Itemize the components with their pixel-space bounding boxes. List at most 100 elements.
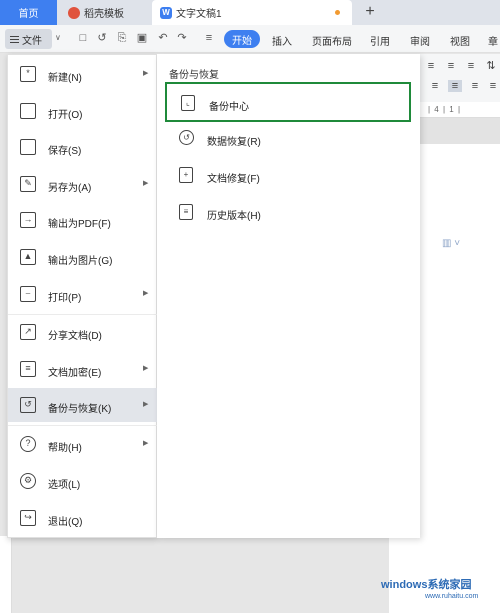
chevron-down-icon[interactable]: ∨ — [55, 33, 61, 42]
gear-icon: ⚙ — [20, 473, 36, 489]
menu-item-label: 输出为PDF(F) — [48, 219, 111, 230]
preview-quick-icon[interactable]: ▣ — [136, 32, 148, 44]
menu-item-label: 备份与恢复(K) — [48, 404, 112, 415]
exit-icon: ↪ — [20, 510, 36, 526]
paragraph-mark-icon[interactable]: ▥ ˅ — [442, 238, 460, 249]
submenu-item-label: 数据恢复(R) — [207, 137, 261, 148]
menu-item-help[interactable]: ? 帮助(H) ▶ — [8, 427, 158, 461]
toolbar: 文件 ∨ □ ↺ ⎘ ▣ ↶ ↷ ≡ 开始 插入 页面布局 引用 审阅 视图 章 — [0, 25, 500, 53]
menu-divider — [8, 425, 158, 426]
file-menu-label: 文件 — [22, 35, 42, 47]
tab-document[interactable]: W 文字文稿1 — [152, 0, 352, 25]
print-quick-icon[interactable]: ⎘ — [116, 32, 128, 44]
menu-item-export-pdf[interactable]: → 输出为PDF(F) — [8, 203, 158, 237]
menu-item-label: 分享文档(D) — [48, 331, 102, 342]
chevron-right-icon: ▶ — [143, 290, 149, 297]
menu-item-label: 新建(N) — [48, 73, 82, 84]
menu-item-new[interactable]: * 新建(N) ▶ — [8, 57, 158, 91]
submenu-item-label: 历史版本(H) — [207, 211, 261, 222]
export-image-icon: ▲ — [20, 249, 36, 265]
backup-restore-icon: ↺ — [20, 397, 36, 413]
menu-item-options[interactable]: ⚙ 选项(L) — [8, 464, 158, 498]
new-tab-button[interactable]: + — [360, 2, 380, 22]
menu-item-label: 保存(S) — [48, 146, 82, 157]
encrypt-icon: ≡ — [20, 361, 36, 377]
menu-item-print[interactable]: ⎯ 打印(P) ▶ — [8, 277, 158, 311]
tab-templates-label: 稻壳模板 — [84, 9, 124, 20]
watermark-url: www.ruhaitu.com — [425, 593, 479, 600]
tab-insert[interactable]: 插入 — [272, 33, 292, 48]
menu-item-label: 选项(L) — [48, 480, 81, 491]
tab-templates[interactable]: 稻壳模板 — [62, 0, 146, 25]
tab-view[interactable]: 视图 — [450, 33, 470, 48]
export-quick-icon[interactable]: ↺ — [96, 32, 108, 44]
customize-icon[interactable]: ≡ — [203, 32, 215, 44]
submenu-item-label: 文档修复(F) — [207, 174, 260, 185]
indent-more-icon[interactable]: ≡ — [464, 60, 478, 72]
horizontal-ruler: | 4 | 1 | — [420, 102, 500, 118]
align-distribute-icon[interactable]: ≡ — [468, 80, 482, 92]
tab-chapter[interactable]: 章 — [488, 33, 498, 48]
file-menu: * 新建(N) ▶ 打开(O) 保存(S) ✎ 另存为(A) ▶ → 输出为PD… — [7, 54, 158, 538]
tab-reference[interactable]: 引用 — [370, 33, 390, 48]
export-pdf-icon: → — [20, 212, 36, 228]
undo-icon[interactable]: ↶ — [157, 32, 169, 44]
new-file-icon: * — [20, 66, 36, 82]
file-menu-button[interactable]: 文件 — [5, 29, 52, 49]
tab-page-layout[interactable]: 页面布局 — [312, 33, 352, 48]
tab-document-label: 文字文稿1 — [176, 9, 222, 20]
sort-icon[interactable]: ⇅ — [484, 60, 498, 72]
menu-item-save[interactable]: 保存(S) — [8, 130, 158, 164]
submenu-item-label: 备份中心 — [209, 102, 249, 113]
menu-item-label: 文档加密(E) — [48, 368, 102, 379]
help-icon: ? — [20, 436, 36, 452]
chevron-right-icon: ▶ — [143, 401, 149, 408]
watermark: windows系统家园 www.ruhaitu.com — [381, 580, 478, 602]
chevron-right-icon: ▶ — [143, 180, 149, 187]
menu-item-label: 另存为(A) — [48, 183, 92, 194]
menu-item-label: 输出为图片(G) — [48, 256, 113, 267]
folder-open-icon — [20, 103, 36, 119]
menu-item-label: 退出(Q) — [48, 517, 83, 528]
daoke-logo-icon — [68, 6, 80, 19]
save-icon — [20, 139, 36, 155]
save-quick-icon[interactable]: □ — [77, 32, 89, 44]
menu-item-label: 帮助(H) — [48, 443, 82, 454]
hamburger-icon — [10, 35, 19, 43]
save-as-icon: ✎ — [20, 176, 36, 192]
align-right-icon[interactable]: ≡ — [428, 80, 442, 92]
print-icon: ⎯ — [20, 286, 36, 302]
submenu-item-history-version[interactable]: ≡ 历史版本(H) — [165, 193, 411, 233]
menu-item-open[interactable]: 打开(O) — [8, 94, 158, 128]
menu-item-label: 打印(P) — [48, 293, 82, 304]
menu-item-export-image[interactable]: ▲ 输出为图片(G) — [8, 240, 158, 274]
tab-start[interactable]: 开始 — [224, 30, 260, 48]
list-icon[interactable]: ≡ — [424, 60, 438, 72]
submenu-title: 备份与恢复 — [169, 70, 219, 81]
chevron-right-icon: ▶ — [143, 365, 149, 372]
tab-review[interactable]: 审阅 — [410, 33, 430, 48]
menu-item-save-as[interactable]: ✎ 另存为(A) ▶ — [8, 167, 158, 201]
line-spacing-icon[interactable]: ≡ — [486, 80, 500, 92]
menu-item-backup-restore[interactable]: ↺ 备份与恢复(K) ▶ — [8, 388, 158, 422]
backup-restore-submenu: 备份与恢复 ⌞ 备份中心 ↺ 数据恢复(R) + 文档修复(F) ≡ 历史版本(… — [157, 54, 420, 538]
tab-home[interactable]: 首页 — [0, 0, 57, 25]
menu-item-encrypt[interactable]: ≡ 文档加密(E) ▶ — [8, 352, 158, 386]
submenu-item-backup-center[interactable]: ⌞ 备份中心 — [165, 82, 411, 122]
align-justify-icon[interactable]: ≡ — [448, 80, 462, 92]
menu-item-label: 打开(O) — [48, 110, 83, 121]
vertical-ruler — [0, 536, 12, 613]
history-version-icon: ≡ — [179, 204, 193, 220]
backup-center-icon: ⌞ — [181, 95, 195, 111]
word-doc-icon: W — [160, 6, 172, 19]
chevron-right-icon: ▶ — [143, 70, 149, 77]
indent-icon[interactable]: ≡ — [444, 60, 458, 72]
document-repair-icon: + — [179, 167, 193, 183]
menu-item-exit[interactable]: ↪ 退出(Q) — [8, 501, 158, 535]
submenu-item-document-repair[interactable]: + 文档修复(F) — [165, 156, 411, 196]
submenu-item-data-recovery[interactable]: ↺ 数据恢复(R) — [165, 119, 411, 159]
tab-bar: 首页 稻壳模板 W 文字文稿1 + — [0, 0, 500, 25]
menu-item-share[interactable]: ↗ 分享文档(D) — [8, 315, 158, 349]
redo-icon[interactable]: ↷ — [176, 32, 188, 44]
data-recovery-icon: ↺ — [179, 130, 194, 145]
